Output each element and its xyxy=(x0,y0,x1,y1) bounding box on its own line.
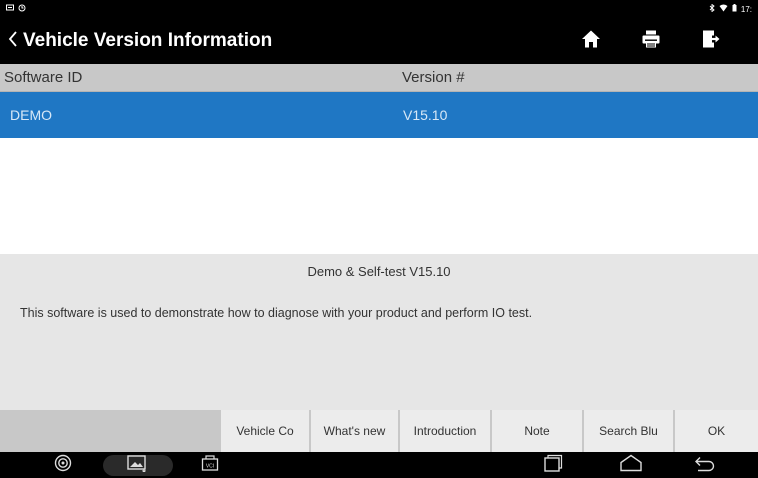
status-right: 17: xyxy=(709,3,752,14)
column-header-software-id: Software ID xyxy=(4,69,83,86)
description-text: This software is used to demonstrate how… xyxy=(20,306,533,320)
status-left xyxy=(6,4,26,14)
exit-button[interactable] xyxy=(683,18,738,64)
row-software-id: DEMO xyxy=(10,107,52,123)
vci-icon: VCI xyxy=(201,454,219,477)
table-header: Software ID Version # xyxy=(0,64,758,92)
bluetooth-icon xyxy=(709,3,715,14)
ok-button[interactable]: OK xyxy=(673,410,758,452)
notification-icon xyxy=(6,4,14,14)
recents-icon xyxy=(543,454,563,477)
table-body: DEMO V15.10 xyxy=(0,92,758,254)
button-bar: Vehicle Co What's new Introduction Note … xyxy=(0,410,758,452)
sync-icon xyxy=(18,4,26,14)
svg-text:VCI: VCI xyxy=(206,463,214,469)
print-button[interactable] xyxy=(623,18,678,64)
back-arrow-icon xyxy=(694,454,716,477)
title-bar: Vehicle Version Information xyxy=(0,18,758,64)
introduction-button[interactable]: Introduction xyxy=(398,410,490,452)
status-bar: 17: xyxy=(0,0,758,18)
chevron-left-icon xyxy=(8,30,18,52)
app-launcher-button[interactable] xyxy=(50,452,76,478)
whats-new-button[interactable]: What's new xyxy=(309,410,398,452)
page-title: Vehicle Version Information xyxy=(23,30,273,51)
home-icon xyxy=(581,29,601,54)
wifi-icon xyxy=(719,4,728,14)
column-header-version: Version # xyxy=(402,69,465,86)
back-button[interactable]: Vehicle Version Information xyxy=(0,18,272,64)
vehicle-coverage-button[interactable]: Vehicle Co xyxy=(219,410,309,452)
toolbar xyxy=(563,18,758,64)
screenshot-button[interactable] xyxy=(124,452,152,478)
clock: 17: xyxy=(740,4,752,14)
image-icon xyxy=(127,454,149,477)
system-nav-bar: VCI xyxy=(0,452,758,478)
search-button[interactable]: Search Blu xyxy=(582,410,673,452)
table-row[interactable]: DEMO V15.10 xyxy=(0,92,758,138)
recents-button[interactable] xyxy=(541,452,565,478)
row-version: V15.10 xyxy=(403,107,448,123)
printer-icon xyxy=(641,29,661,54)
description-panel: Demo & Self-test V15.10 This software is… xyxy=(0,254,758,410)
vci-button[interactable]: VCI xyxy=(198,452,222,478)
description-title: Demo & Self-test V15.10 xyxy=(307,264,451,279)
note-button[interactable]: Note xyxy=(490,410,582,452)
button-bar-spacer xyxy=(0,410,219,452)
home-button[interactable] xyxy=(563,18,618,64)
back-nav-button[interactable] xyxy=(692,452,718,478)
exit-icon xyxy=(701,29,721,54)
home-nav-button[interactable] xyxy=(618,452,644,478)
app-logo-icon xyxy=(54,454,72,477)
home-outline-icon xyxy=(619,454,643,477)
battery-icon xyxy=(732,4,737,14)
